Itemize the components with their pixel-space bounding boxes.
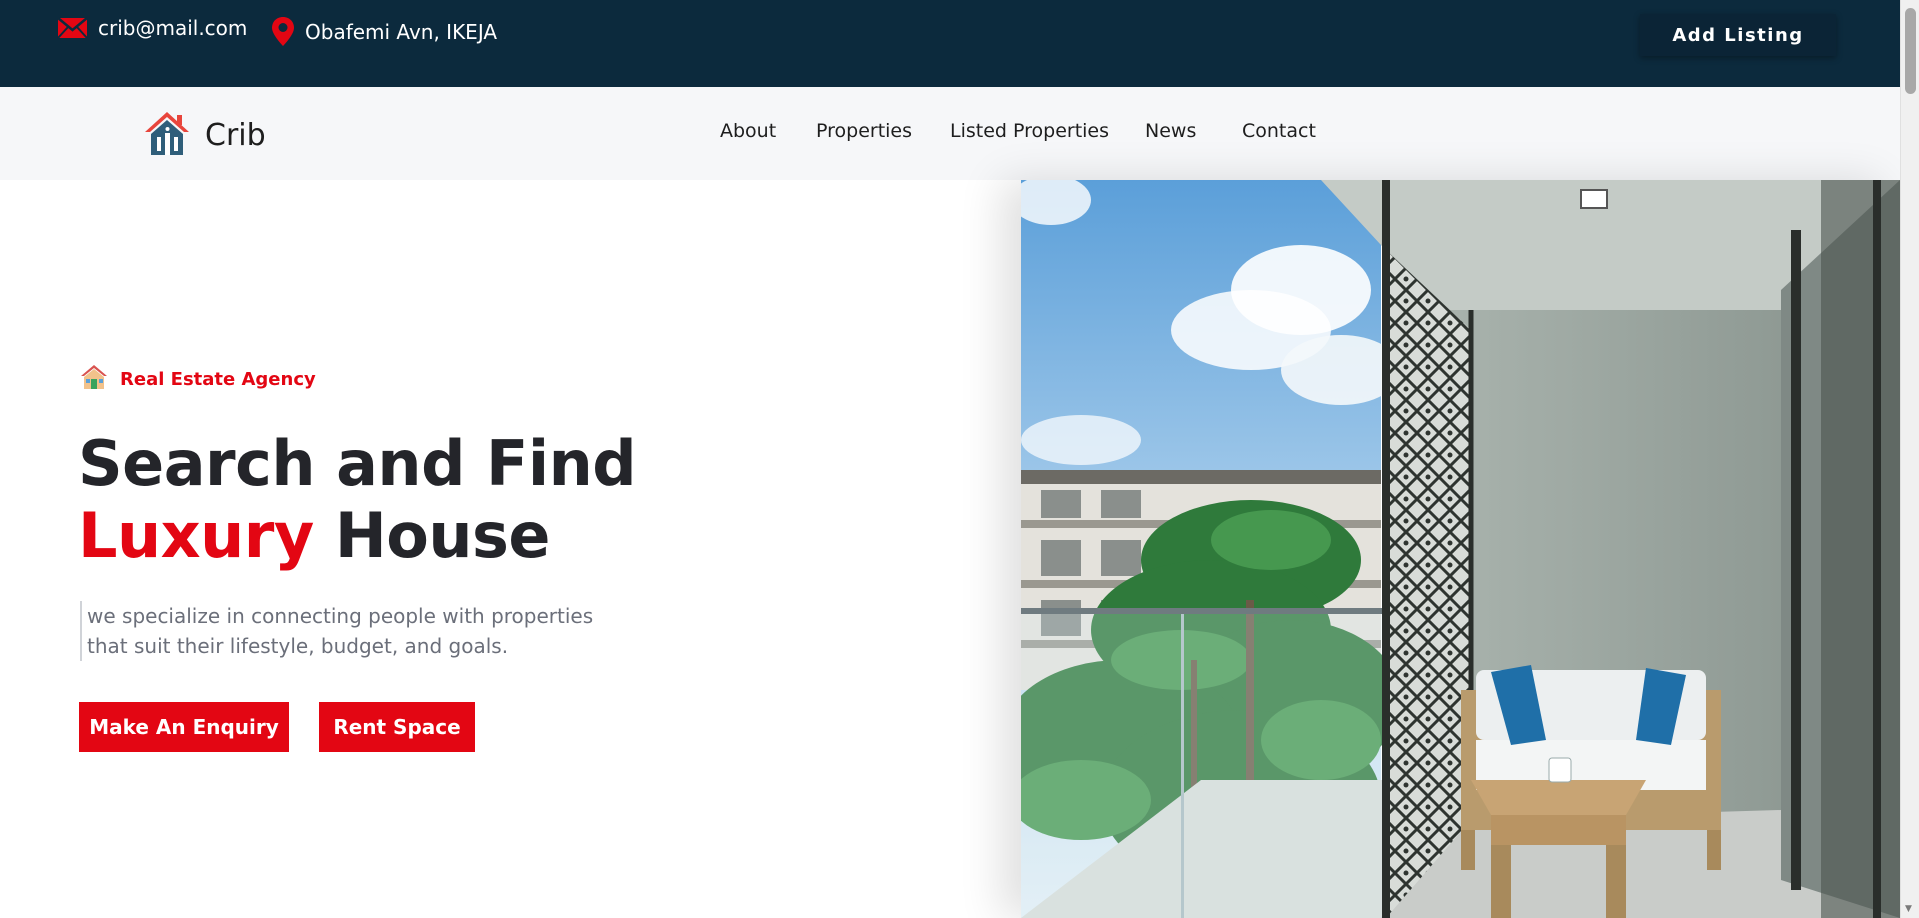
nav-item-contact[interactable]: Contact: [1242, 120, 1316, 142]
mail-icon: [57, 17, 88, 39]
balcony-photo: [1021, 180, 1900, 918]
nav-item-about[interactable]: About: [720, 120, 776, 142]
make-enquiry-button[interactable]: Make An Enquiry: [79, 702, 289, 752]
nav-item-news[interactable]: News: [1145, 120, 1196, 142]
hero-description: we specialize in connecting people with …: [80, 601, 620, 661]
hero-headline: Search and Find Luxury House: [78, 427, 637, 572]
house-icon: [143, 109, 191, 161]
email-contact[interactable]: crib@mail.com: [57, 16, 247, 40]
headline-rest: House: [313, 499, 551, 572]
hero-tagline: Real Estate Agency: [80, 364, 316, 394]
hero-image: [1021, 180, 1900, 918]
hero-section: Real Estate Agency Search and Find Luxur…: [0, 180, 1021, 918]
tagline-text: Real Estate Agency: [120, 368, 316, 390]
headline-accent: Luxury: [78, 499, 314, 572]
address-contact: Obafemi Avn, IKEJA: [271, 16, 497, 47]
scroll-down-arrow-icon[interactable]: ▼: [1905, 904, 1912, 914]
top-bar: crib@mail.com Obafemi Avn, IKEJA Add Lis…: [0, 0, 1900, 87]
address-text: Obafemi Avn, IKEJA: [305, 19, 498, 44]
brand-name: Crib: [205, 117, 266, 153]
headline-line-1: Search and Find: [78, 427, 637, 500]
brand-logo[interactable]: Crib: [143, 109, 266, 161]
main-navbar: Crib About Properties Listed Properties …: [0, 87, 1900, 180]
nav-item-listed-properties[interactable]: Listed Properties: [950, 120, 1109, 142]
scrollbar-thumb[interactable]: [1905, 8, 1916, 94]
page-scrollbar[interactable]: ▼: [1900, 0, 1919, 918]
add-listing-button[interactable]: Add Listing: [1640, 14, 1836, 56]
map-pin-icon: [271, 16, 295, 47]
nav-item-properties[interactable]: Properties: [816, 120, 912, 142]
house-emoji-icon: [80, 364, 108, 394]
rent-space-button[interactable]: Rent Space: [319, 702, 475, 752]
email-text: crib@mail.com: [98, 16, 248, 40]
